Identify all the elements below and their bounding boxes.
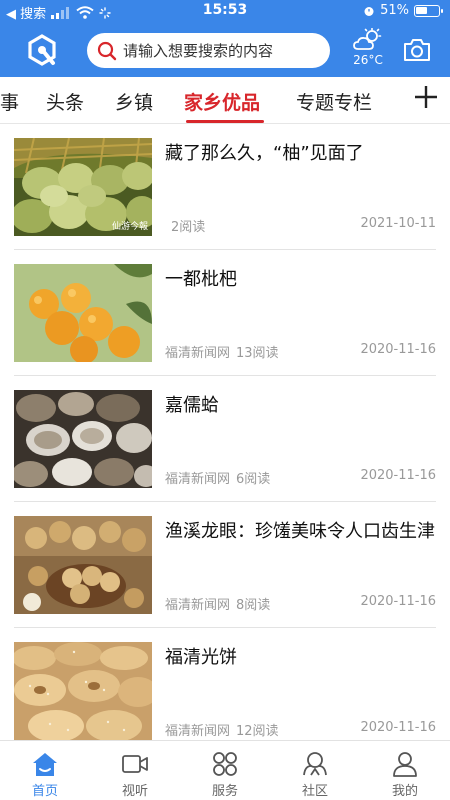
- article-date: 2020-11-16: [360, 468, 436, 483]
- article-reads: 8阅读: [236, 598, 271, 613]
- article-thumbnail-clams: [14, 390, 152, 488]
- article-item[interactable]: 渔溪龙眼：珍馐美味令人口齿生津 福清新闻网 8阅读 2020-11-16: [0, 502, 450, 628]
- article-reads: 2阅读: [171, 220, 206, 235]
- thumbnail-watermark: 仙游今報: [111, 222, 148, 232]
- article-thumbnail-guangbing: [14, 642, 152, 740]
- bottom-nav: 首页 视听 服务 社区 我的: [0, 740, 450, 800]
- active-tab-indicator: [186, 120, 264, 123]
- video-icon: [122, 755, 148, 773]
- article-meta: 2阅读: [165, 216, 205, 235]
- profile-icon: [393, 752, 417, 777]
- article-thumbnail-loquats: [14, 264, 152, 362]
- tab-special-topics[interactable]: 专题专栏: [296, 88, 372, 115]
- app-root: ◀ 搜索 15:53 51% 请输入想要搜索的内容 26°C 事 头条 乡镇 家…: [0, 0, 450, 800]
- header-bar: ◀ 搜索 15:53 51% 请输入想要搜索的内容 26°C: [0, 0, 450, 77]
- article-date: 2020-11-16: [360, 342, 436, 357]
- tab-headlines[interactable]: 头条: [46, 88, 84, 115]
- article-reads: 13阅读: [236, 346, 279, 361]
- nav-profile[interactable]: 我的: [360, 741, 450, 800]
- article-reads: 12阅读: [236, 724, 279, 739]
- nav-community[interactable]: 社区: [270, 741, 360, 800]
- community-icon: [303, 752, 327, 776]
- article-title: 藏了那么久，“柚”见面了: [165, 143, 364, 164]
- nav-video[interactable]: 视听: [90, 741, 180, 800]
- search-placeholder: 请输入想要搜索的内容: [123, 42, 274, 60]
- article-date: 2020-11-16: [360, 720, 436, 735]
- article-source: 福清新闻网: [165, 598, 231, 613]
- tab-shi[interactable]: 事: [0, 88, 19, 115]
- article-meta: 福清新闻网 8阅读: [165, 594, 270, 613]
- search-icon: [97, 41, 117, 60]
- article-item[interactable]: 福清光饼 福清新闻网 12阅读 2020-11-16: [0, 628, 450, 754]
- weather-partly-cloudy-icon: [353, 28, 382, 50]
- article-meta: 福清新闻网 6阅读: [165, 468, 270, 487]
- article-list: 仙游今報 藏了那么久，“柚”见面了 2阅读 2021-10-11 一都枇杷 福清…: [0, 124, 450, 754]
- article-source: 福清新闻网: [165, 724, 231, 739]
- article-item[interactable]: 嘉儒蛤 福清新闻网 6阅读 2020-11-16: [0, 376, 450, 502]
- article-thumbnail-longans: [14, 516, 152, 614]
- add-channel-icon[interactable]: [412, 83, 440, 111]
- battery-icon: [414, 4, 443, 17]
- status-right: 51%: [363, 3, 443, 18]
- weather-temperature: 26°C: [353, 53, 383, 67]
- battery-percent: 51%: [380, 3, 409, 18]
- article-meta: 福清新闻网 13阅读: [165, 342, 279, 361]
- nav-video-label: 视听: [121, 784, 148, 799]
- nav-home-label: 首页: [31, 784, 58, 799]
- services-icon: [213, 752, 237, 776]
- article-item[interactable]: 仙游今報 藏了那么久，“柚”见面了 2阅读 2021-10-11: [0, 124, 450, 250]
- nav-home[interactable]: 首页: [0, 741, 90, 800]
- article-meta: 福清新闻网 12阅读: [165, 720, 279, 739]
- tab-hometown-products[interactable]: 家乡优品: [184, 88, 260, 115]
- article-source: 福清新闻网: [165, 346, 231, 361]
- article-title: 嘉儒蛤: [165, 395, 219, 416]
- article-title: 渔溪龙眼：珍馐美味令人口齿生津: [165, 521, 435, 542]
- nav-services[interactable]: 服务: [180, 741, 270, 800]
- nav-profile-label: 我的: [391, 784, 418, 799]
- article-title: 一都枇杷: [165, 269, 237, 290]
- article-thumbnail-pomelos: 仙游今報: [14, 138, 152, 236]
- alarm-icon: [364, 6, 374, 16]
- article-source: 福清新闻网: [165, 472, 231, 487]
- article-reads: 6阅读: [236, 472, 271, 487]
- article-date: 2021-10-11: [360, 216, 436, 231]
- search-bar[interactable]: 请输入想要搜索的内容: [87, 33, 330, 68]
- tab-townships[interactable]: 乡镇: [115, 88, 153, 115]
- nav-services-label: 服务: [211, 784, 238, 799]
- weather-widget[interactable]: 26°C: [346, 28, 390, 70]
- status-bar: ◀ 搜索 15:53 51%: [0, 0, 450, 24]
- article-item[interactable]: 一都枇杷 福清新闻网 13阅读 2020-11-16: [0, 250, 450, 376]
- camera-icon[interactable]: [403, 38, 431, 62]
- article-date: 2020-11-16: [360, 594, 436, 609]
- category-tabs: 事 头条 乡镇 家乡优品 专题专栏: [0, 77, 450, 124]
- app-logo-icon[interactable]: [24, 32, 60, 68]
- nav-community-label: 社区: [301, 784, 328, 799]
- article-title: 福清光饼: [165, 647, 237, 668]
- home-icon: [33, 753, 57, 776]
- battery-level: [416, 6, 427, 14]
